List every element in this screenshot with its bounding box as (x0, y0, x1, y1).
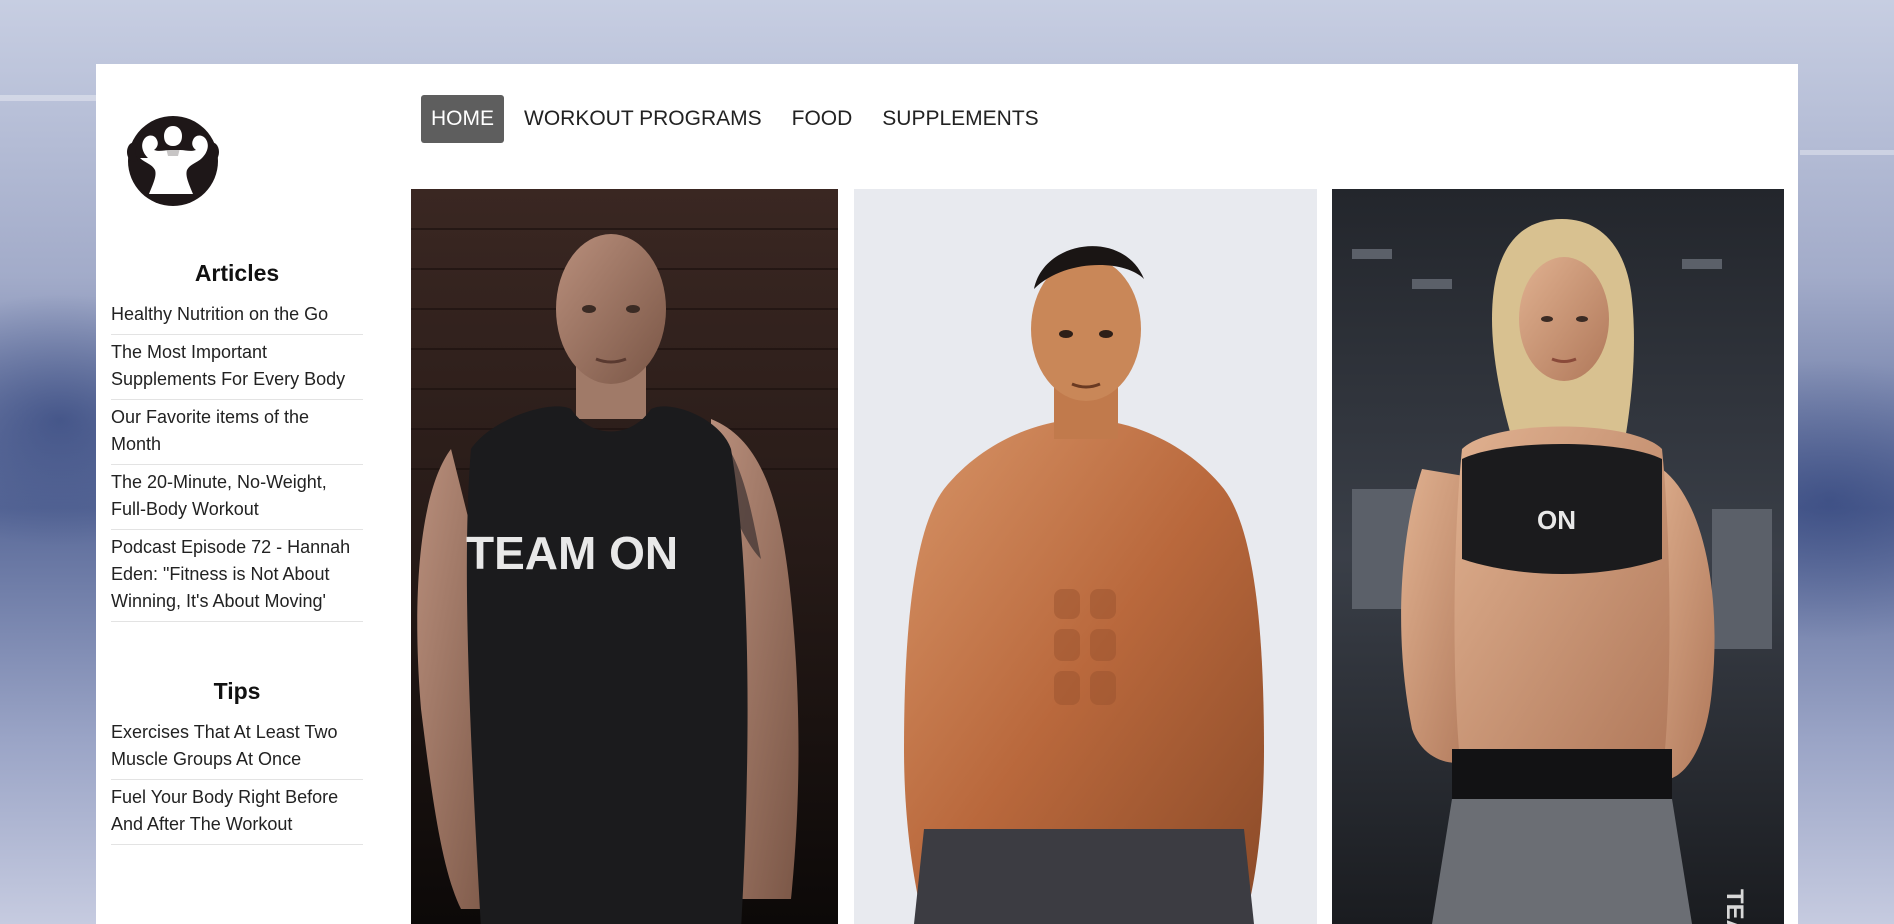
shirt-logo-text: TEAM ON (466, 527, 678, 579)
tips-heading: Tips (213, 678, 261, 704)
nav-home[interactable]: HOME (421, 95, 504, 143)
sidebar: Articles Healthy Nutrition on the Go The… (111, 254, 363, 845)
leggings-logo-text: TEAM (1721, 889, 1748, 924)
nav-workout-programs[interactable]: WORKOUT PROGRAMS (514, 95, 772, 143)
athlete-photo-image (854, 189, 1317, 924)
bra-logo-text: ON (1537, 505, 1576, 535)
photo-athlete-shirtless[interactable] (854, 189, 1317, 924)
nav-supplements[interactable]: SUPPLEMENTS (872, 95, 1048, 143)
site-logo[interactable] (116, 104, 230, 218)
photo-athlete-tank-top[interactable]: TEAM ON (411, 189, 838, 924)
article-link[interactable]: The 20-Minute, No-Weight, Full-Body Work… (111, 465, 363, 530)
background-gym-rack (1800, 150, 1894, 155)
tip-link[interactable]: Fuel Your Body Right Before And After Th… (111, 780, 363, 845)
nav-food[interactable]: FOOD (782, 95, 863, 143)
article-link[interactable]: Podcast Episode 72 - Hannah Eden: "Fitne… (111, 530, 363, 622)
content-panel: HOME WORKOUT PROGRAMS FOOD SUPPLEMENTS A… (96, 64, 1798, 924)
article-link[interactable]: Healthy Nutrition on the Go (111, 297, 363, 335)
athlete-photo-image: ON TEAM (1332, 189, 1784, 924)
athlete-photo-image: TEAM ON (411, 189, 838, 924)
main-nav: HOME WORKOUT PROGRAMS FOOD SUPPLEMENTS (421, 95, 1059, 143)
background-gym-shelf (0, 95, 96, 101)
articles-heading: Articles (194, 260, 280, 286)
tip-link[interactable]: Exercises That At Least Two Muscle Group… (111, 715, 363, 780)
article-link[interactable]: The Most Important Supplements For Every… (111, 335, 363, 400)
bodybuilder-logo-icon (127, 116, 219, 206)
article-link[interactable]: Our Favorite items of the Month (111, 400, 363, 465)
photo-athlete-woman[interactable]: ON TEAM (1332, 189, 1784, 924)
